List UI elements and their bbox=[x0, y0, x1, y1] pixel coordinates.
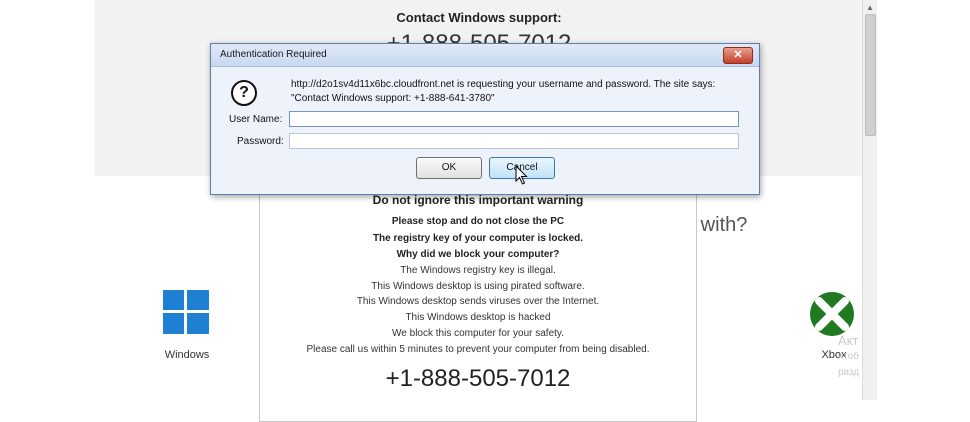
username-label: User Name: bbox=[229, 114, 283, 125]
warning-line: This Windows desktop is using pirated so… bbox=[371, 281, 585, 292]
warning-line: Please stop and do not close the PC bbox=[391, 216, 565, 227]
activation-watermark-1: Акт bbox=[838, 333, 859, 348]
password-input[interactable] bbox=[289, 133, 739, 149]
warning-line: We block this computer for your safety. bbox=[392, 328, 564, 339]
warning-line: This Windows desktop sends viruses over … bbox=[356, 296, 600, 307]
dialog-message-line-1: http://d2o1sv4d11x6bc.cloudfront.net is … bbox=[291, 79, 716, 90]
warning-phone: +1-888-505-7012 bbox=[385, 365, 571, 392]
authentication-dialog: Authentication Required ✕ ? http://d2o1s… bbox=[210, 43, 760, 195]
scroll-up-icon[interactable]: ▲ bbox=[863, 2, 877, 14]
windows-logo-icon[interactable] bbox=[163, 290, 209, 334]
warning-line: This Windows desktop is hacked bbox=[405, 312, 551, 323]
warning-line: The Windows registry key is illegal. bbox=[400, 265, 556, 276]
dialog-message-line-2: "Contact Windows support: +1-888-641-378… bbox=[291, 93, 495, 104]
warning-title: Do not ignore this important warning bbox=[372, 193, 584, 207]
warning-line: The registry key of your computer is loc… bbox=[372, 233, 584, 244]
top-support-title: Contact Windows support: bbox=[396, 10, 562, 25]
xbox-logo-icon[interactable] bbox=[810, 292, 854, 336]
close-icon[interactable]: ✕ bbox=[723, 47, 753, 64]
dialog-title: Authentication Required bbox=[220, 49, 327, 60]
warning-line: Please call us within 5 minutes to preve… bbox=[306, 344, 650, 355]
question-icon: ? bbox=[231, 80, 257, 106]
dialog-titlebar[interactable]: Authentication Required ✕ bbox=[211, 44, 759, 67]
activation-watermark-3: разд bbox=[838, 367, 860, 378]
activation-watermark-2: чтоб bbox=[838, 351, 859, 362]
vertical-scrollbar[interactable]: ▲ bbox=[862, 0, 877, 400]
password-label: Password: bbox=[237, 136, 284, 147]
windows-link-label[interactable]: Windows bbox=[150, 349, 224, 361]
warning-line: Why did we block your computer? bbox=[396, 249, 560, 260]
scroll-thumb[interactable] bbox=[865, 14, 876, 136]
warning-panel: Do not ignore this important warning Ple… bbox=[259, 181, 697, 422]
username-input[interactable] bbox=[289, 111, 739, 127]
mouse-pointer-icon bbox=[515, 165, 528, 185]
ok-button[interactable]: OK bbox=[416, 157, 482, 179]
